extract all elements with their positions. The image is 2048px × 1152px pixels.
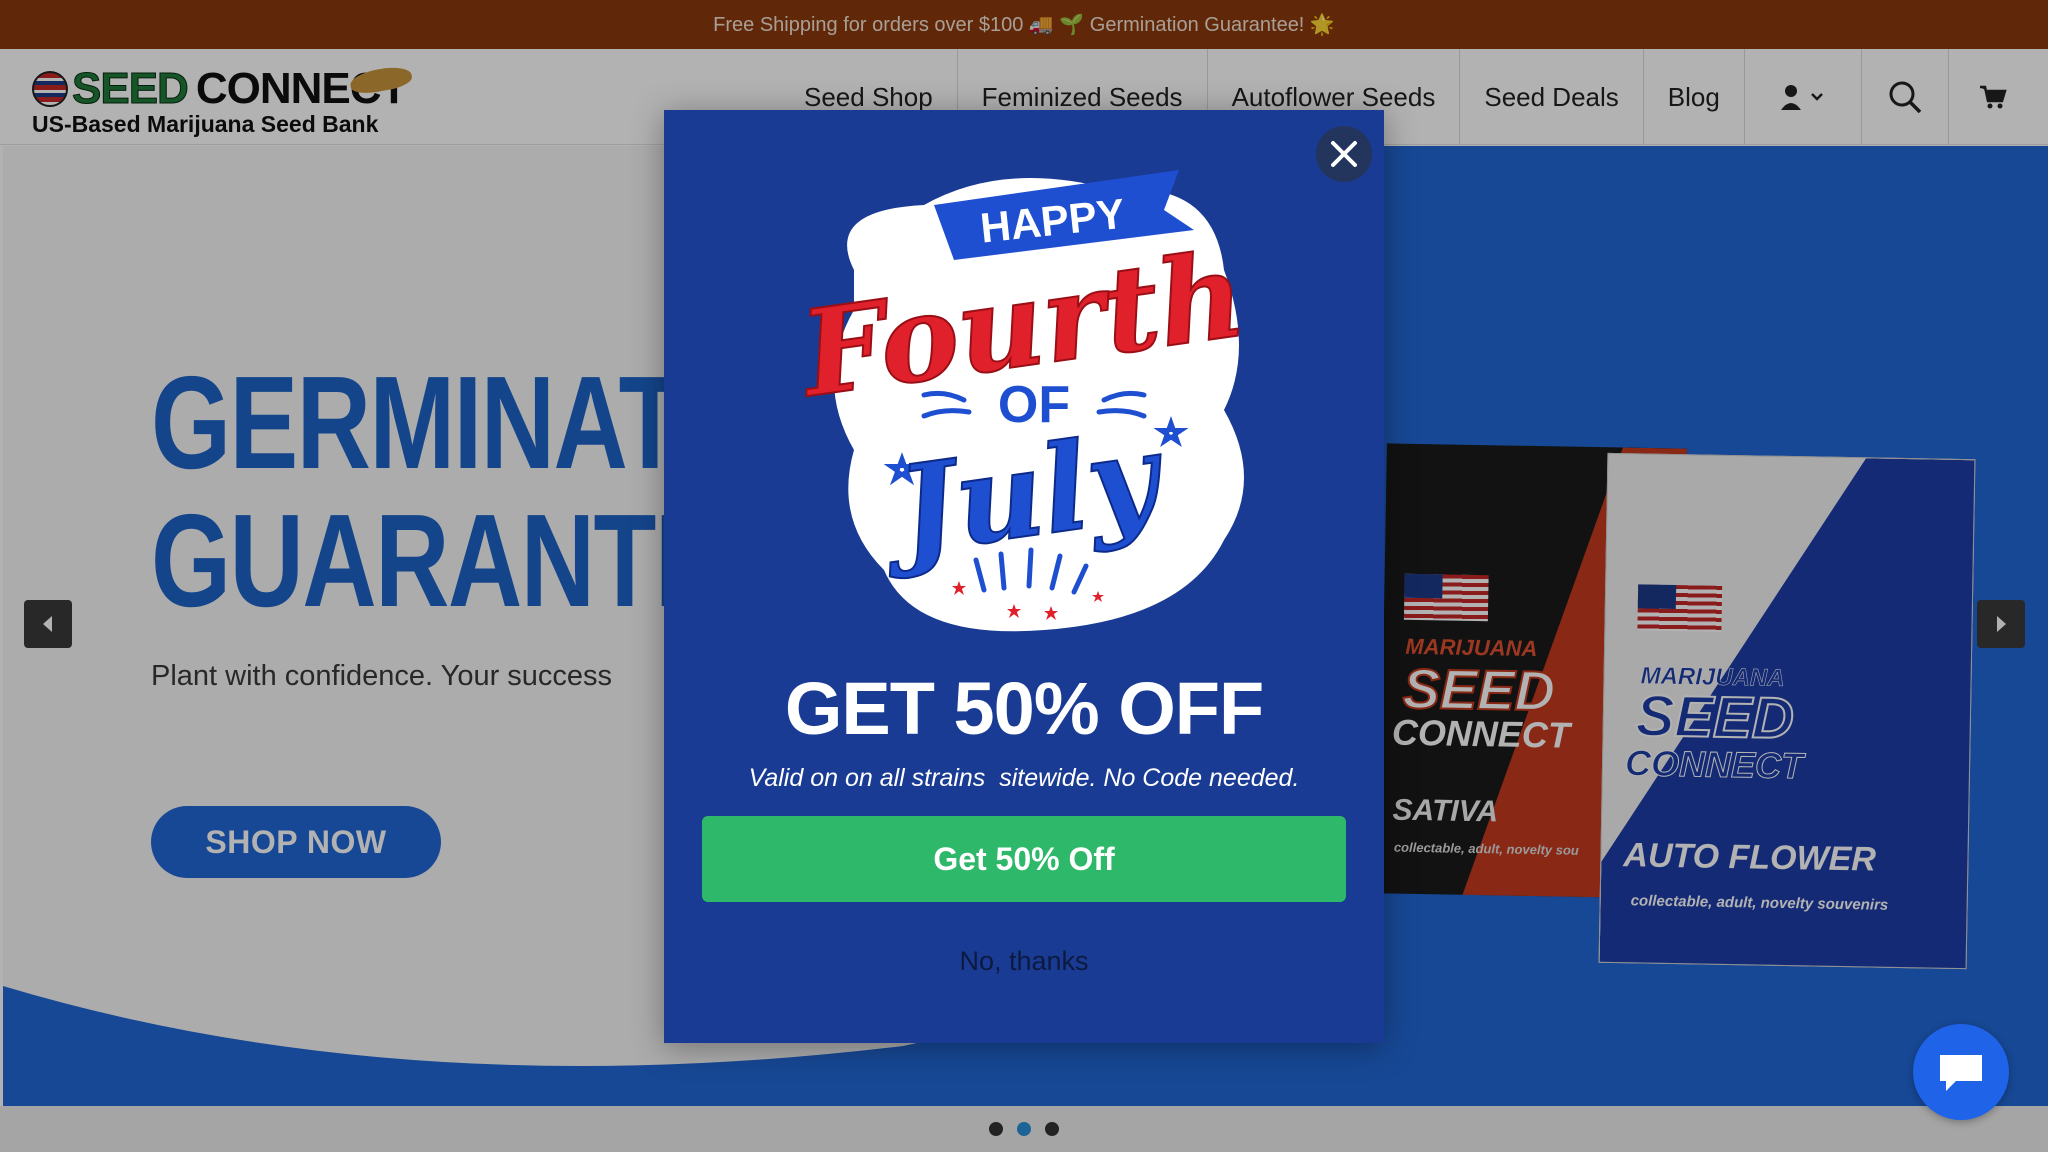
promo-modal: HAPPY Fourth OF July GET 50% OFF Valid o…: [664, 110, 1384, 1043]
no-thanks-link[interactable]: No, thanks: [664, 946, 1384, 977]
close-icon: [1331, 141, 1357, 167]
offer-subtitle: Valid on on all strains sitewide. No Cod…: [748, 764, 1300, 792]
modal-close-button[interactable]: [1316, 126, 1372, 182]
offer-title: GET 50% OFF: [784, 667, 1264, 750]
chat-launcher-button[interactable]: [1913, 1024, 2009, 1120]
get-discount-button[interactable]: Get 50% Off: [702, 816, 1346, 902]
chat-icon: [1940, 1055, 1982, 1091]
fourth-of-july-badge: HAPPY Fourth OF July: [790, 170, 1254, 632]
